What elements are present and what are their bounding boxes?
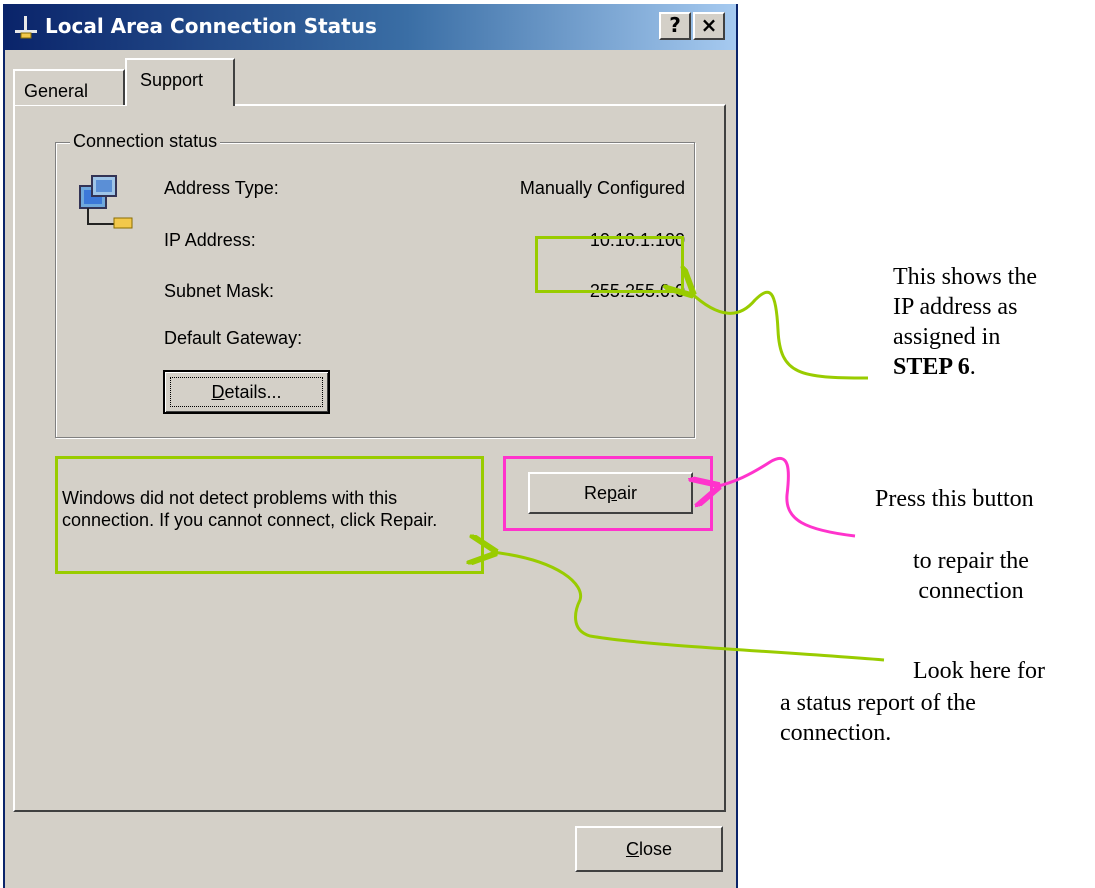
tab-support[interactable]: Support <box>125 58 235 106</box>
subnet-mask-label: Subnet Mask: <box>164 281 275 301</box>
repair-annotation-line3: connection <box>918 578 1024 604</box>
help-button[interactable]: ? <box>659 12 691 40</box>
repair-annotation: to repair the connection <box>913 546 1029 606</box>
ip-highlight-box <box>535 236 684 293</box>
ip-annotation-line4: STEP 6. <box>893 352 1037 382</box>
ip-annotation: This shows the IP address as assigned in… <box>893 262 1037 382</box>
status-annotation: a status report of the connection. <box>780 688 976 748</box>
ip-address-label: IP Address: <box>164 230 256 250</box>
window-title: Local Area Connection Status <box>45 14 377 38</box>
close-window-button[interactable]: × <box>693 12 725 40</box>
default-gateway-label: Default Gateway: <box>164 328 303 348</box>
ip-annotation-period: . <box>969 354 976 380</box>
title-bar[interactable]: Local Area Connection Status ? × <box>5 4 736 50</box>
status-annotation-line2: a status report of the <box>780 690 976 716</box>
ip-annotation-line1: This shows the <box>893 264 1037 290</box>
status-annotation-line3: connection. <box>780 720 892 746</box>
repair-highlight-box <box>503 456 713 531</box>
ip-annotation-line3: assigned in <box>893 324 1001 350</box>
details-button-label: Details... <box>211 382 282 402</box>
ip-annotation-line2: IP address as <box>893 294 1018 320</box>
address-type-value: Manually Configured <box>519 178 685 198</box>
status-annotation-line1: Look here for <box>913 658 1045 684</box>
group-legend: Connection status <box>70 131 221 152</box>
tab-general[interactable]: General <box>13 69 125 105</box>
repair-annotation-line2: to repair the <box>913 548 1029 574</box>
details-button[interactable]: Details... <box>163 370 330 414</box>
network-computers-icon <box>79 175 133 229</box>
close-button[interactable]: Close <box>575 826 723 872</box>
repair-annotation-line1: Press this button <box>875 486 1034 512</box>
status-highlight-box <box>55 456 484 574</box>
address-type-label: Address Type: <box>164 178 279 198</box>
step-reference: STEP 6 <box>893 354 970 380</box>
network-connection-icon <box>15 16 37 39</box>
